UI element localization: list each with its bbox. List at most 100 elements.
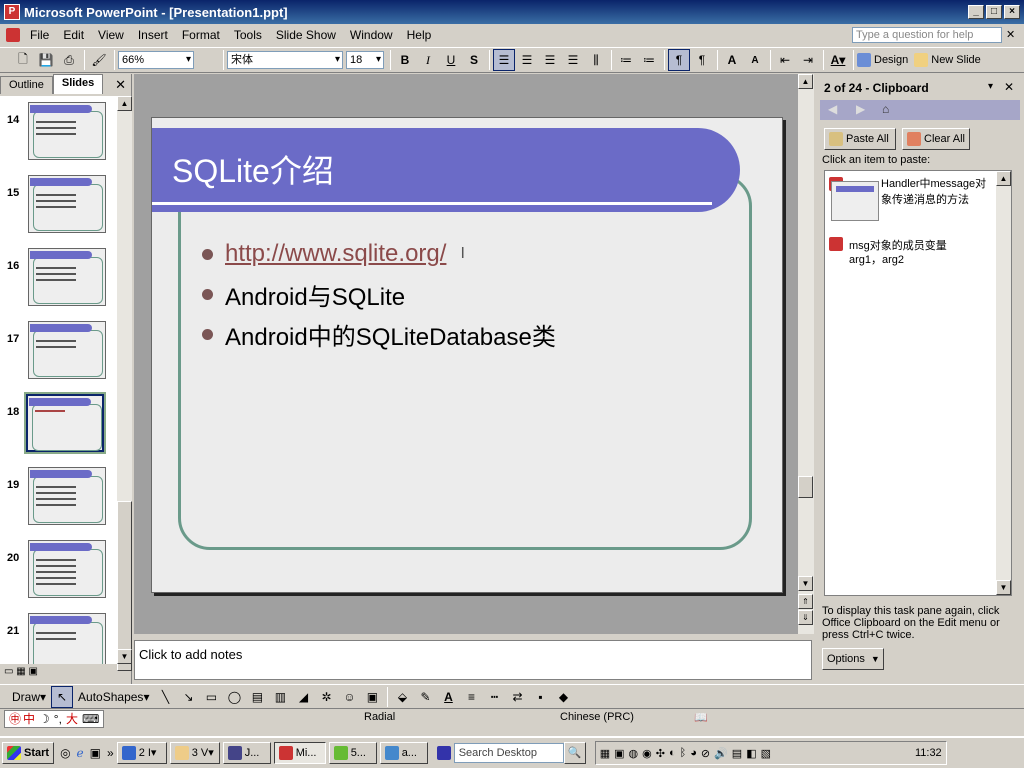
previous-slide-icon[interactable]: ⇑ bbox=[798, 594, 813, 609]
menu-edit[interactable]: Edit bbox=[56, 25, 91, 45]
ime-toolbar[interactable]: ㊥ 中 ☽ °, 大 ⌨ bbox=[4, 709, 105, 728]
sqlite-link[interactable]: http://www.sqlite.org/ bbox=[225, 240, 446, 268]
tray-icon[interactable]: ◉ bbox=[642, 747, 652, 760]
distribute-icon[interactable]: ⫼ bbox=[585, 49, 607, 71]
oval-icon[interactable]: ◯ bbox=[223, 686, 245, 708]
ime-chinese-icon[interactable]: 中 bbox=[23, 710, 35, 727]
format-painter-icon[interactable]: 🖌 bbox=[88, 49, 110, 71]
font-select[interactable]: 宋体 bbox=[227, 51, 343, 69]
ie-icon[interactable]: ℯ bbox=[77, 746, 84, 760]
shadow-style-icon[interactable]: ▪ bbox=[529, 686, 551, 708]
start-button[interactable]: Start bbox=[2, 742, 55, 764]
tray-icon[interactable]: ✣ bbox=[656, 747, 665, 760]
ime-fullwidth-icon[interactable]: 大 bbox=[66, 710, 78, 727]
taskbar-button[interactable]: 3 V ▾ bbox=[169, 742, 220, 764]
bullet-list[interactable]: http://www.sqlite.org/I Android与SQLite A… bbox=[202, 234, 556, 354]
thumbnail-row[interactable]: 15 bbox=[0, 175, 118, 245]
minimize-button[interactable]: _ bbox=[968, 5, 984, 19]
arrow-icon[interactable]: ↘ bbox=[177, 686, 199, 708]
tray-icon[interactable]: ▦ bbox=[600, 747, 610, 760]
network-icon[interactable]: ▤ bbox=[732, 747, 742, 760]
clear-all-button[interactable]: Clear All bbox=[902, 128, 970, 150]
clipart-icon[interactable]: ☺ bbox=[338, 686, 360, 708]
fill-color-icon[interactable]: ⬙ bbox=[391, 686, 413, 708]
grow-font-icon[interactable]: A bbox=[721, 49, 743, 71]
thumbnail-row[interactable]: 14 bbox=[0, 102, 118, 172]
options-button[interactable]: Options ▼ bbox=[822, 648, 884, 670]
picture-icon[interactable]: ▣ bbox=[361, 686, 383, 708]
tray-icon[interactable]: ▣ bbox=[614, 747, 624, 760]
taskbar-button[interactable]: 2 I ▾ bbox=[116, 742, 167, 764]
bluetooth-icon[interactable]: ᛒ bbox=[680, 747, 687, 759]
menu-insert[interactable]: Insert bbox=[131, 25, 175, 45]
scroll-down-icon[interactable]: ▼ bbox=[996, 580, 1011, 595]
slide-scrollbar[interactable]: ▲ ▼ ⇑ ⇓ bbox=[798, 74, 814, 634]
quicklaunch-icon[interactable]: ◎ bbox=[60, 746, 70, 760]
tab-slides[interactable]: Slides bbox=[52, 74, 104, 94]
close-button[interactable]: × bbox=[1004, 5, 1020, 19]
panel-close-icon[interactable]: ✕ bbox=[115, 76, 126, 94]
align-center-icon[interactable]: ☰ bbox=[516, 49, 538, 71]
search-icon[interactable]: 🔍 bbox=[563, 742, 586, 764]
thumbnails-scrollbar[interactable]: ▲ ▼ bbox=[117, 96, 132, 671]
ltr-icon[interactable]: ¶ bbox=[668, 49, 690, 71]
menu-file[interactable]: File bbox=[23, 25, 56, 45]
slide[interactable]: SQLite介绍 http://www.sqlite.org/I Android… bbox=[151, 117, 783, 593]
task-pane-dropdown-icon[interactable]: ▾ bbox=[988, 81, 993, 92]
document-icon[interactable] bbox=[6, 28, 20, 42]
new-slide-button[interactable]: New Slide bbox=[914, 53, 981, 67]
back-icon[interactable]: ◀ bbox=[828, 102, 837, 116]
draw-font-color-icon[interactable]: A bbox=[437, 686, 459, 708]
justify-icon[interactable]: ☰ bbox=[562, 49, 584, 71]
scroll-thumb[interactable] bbox=[117, 501, 132, 671]
rtl-icon[interactable]: ¶ bbox=[691, 49, 713, 71]
forward-icon[interactable]: ▶ bbox=[856, 102, 865, 116]
normal-view-icon[interactable]: ▭ ▦ ▣ bbox=[4, 666, 38, 677]
clipboard-scrollbar[interactable]: ▲ ▼ bbox=[996, 171, 1011, 595]
thumbnail-row[interactable]: 21 bbox=[0, 613, 118, 664]
rectangle-icon[interactable]: ▭ bbox=[200, 686, 222, 708]
shrink-font-icon[interactable]: A bbox=[744, 49, 766, 71]
slide-thumbnail[interactable] bbox=[28, 175, 106, 233]
font-size-select[interactable]: 18 bbox=[346, 51, 384, 69]
ime-keyboard-icon[interactable]: ⌨ bbox=[82, 712, 99, 726]
slide-title[interactable]: SQLite介绍 bbox=[172, 146, 334, 192]
scroll-up-icon[interactable]: ▲ bbox=[996, 171, 1011, 186]
taskbar-button[interactable]: J... bbox=[222, 742, 271, 764]
3d-style-icon[interactable]: ◆ bbox=[552, 686, 574, 708]
tray-icon[interactable]: ◐ bbox=[669, 747, 676, 759]
menu-help[interactable]: Help bbox=[400, 25, 439, 45]
increase-indent-icon[interactable]: ⇥ bbox=[797, 49, 819, 71]
scroll-down-icon[interactable]: ▼ bbox=[798, 576, 813, 591]
slide-thumbnail[interactable] bbox=[28, 467, 106, 525]
tray-icon[interactable]: ◕ bbox=[690, 747, 697, 759]
notes-pane[interactable]: Click to add notes bbox=[134, 640, 812, 680]
textbox-icon[interactable]: ▤ bbox=[246, 686, 268, 708]
save-icon[interactable]: 💾 bbox=[35, 49, 57, 71]
home-icon[interactable]: ⌂ bbox=[882, 102, 889, 116]
arrow-style-icon[interactable]: ⇄ bbox=[506, 686, 528, 708]
thumbnail-row[interactable]: 19 bbox=[0, 467, 118, 537]
thumbnail-row-selected[interactable]: 18 bbox=[0, 392, 118, 464]
line-icon[interactable]: ╲ bbox=[154, 686, 176, 708]
thumbnail-row[interactable]: 16 bbox=[0, 248, 118, 318]
dash-style-icon[interactable]: ┅ bbox=[483, 686, 505, 708]
shadow-button[interactable]: S bbox=[463, 49, 485, 71]
line-color-icon[interactable]: ✎ bbox=[414, 686, 436, 708]
align-right-icon[interactable]: ☰ bbox=[539, 49, 561, 71]
design-button[interactable]: Design bbox=[857, 53, 908, 67]
slide-thumbnail[interactable] bbox=[28, 321, 106, 379]
paste-all-button[interactable]: Paste All bbox=[824, 128, 896, 150]
thumbnail-row[interactable]: 17 bbox=[0, 321, 118, 391]
slide-thumbnail[interactable] bbox=[28, 540, 106, 598]
scroll-down-icon[interactable]: ▼ bbox=[117, 649, 132, 664]
menu-tools[interactable]: Tools bbox=[227, 25, 269, 45]
help-close-icon[interactable]: ✕ bbox=[1006, 28, 1015, 41]
wordart-icon[interactable]: ◢ bbox=[292, 686, 314, 708]
print-icon[interactable]: ⎙ bbox=[58, 49, 80, 71]
select-arrow-icon[interactable]: ↖ bbox=[51, 685, 74, 708]
diagram-icon[interactable]: ✲ bbox=[315, 686, 337, 708]
scroll-up-icon[interactable]: ▲ bbox=[798, 74, 813, 89]
maximize-button[interactable]: □ bbox=[986, 5, 1002, 19]
bullets-icon[interactable]: ≔ bbox=[638, 49, 660, 71]
